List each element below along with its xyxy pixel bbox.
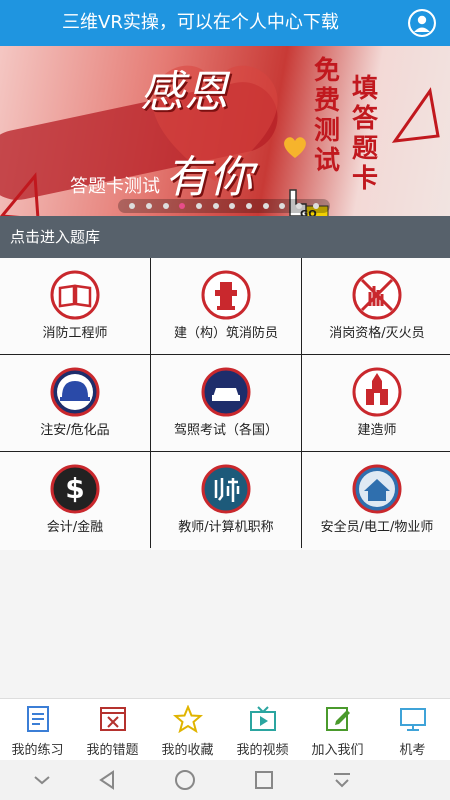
tab-my-practice[interactable]: 我的练习 <box>0 699 75 760</box>
tab-label: 我的收藏 <box>161 743 214 758</box>
carousel-dot[interactable] <box>262 203 269 209</box>
carousel-dot[interactable] <box>212 203 219 209</box>
triangle-decoration-icon <box>391 87 440 143</box>
section-title: 点击进入题库 <box>0 216 450 258</box>
building-icon <box>352 367 402 417</box>
category-teacher[interactable]: 教师/计算机职称 <box>151 452 301 550</box>
back-icon[interactable] <box>95 768 119 792</box>
category-label: 消防工程师 <box>42 326 108 341</box>
carousel-dot[interactable] <box>229 203 236 209</box>
carousel-dot[interactable] <box>312 203 319 209</box>
category-label: 会计/金融 <box>46 520 104 535</box>
category-fire-post[interactable]: 消岗资格/灭火员 <box>302 258 450 354</box>
banner-line1: 感恩 <box>140 67 228 118</box>
triangle-decoration-icon <box>0 172 40 216</box>
notebook-icon <box>26 706 49 732</box>
promo-banner[interactable]: 感恩 有你 答题卡测试 免费测试 填答题卡 GO <box>0 46 450 216</box>
car-icon <box>201 367 251 417</box>
category-fire-engineer[interactable]: 消防工程师 <box>0 258 150 354</box>
category-driving-test[interactable]: 驾照考试（各国） <box>151 355 301 451</box>
category-label: 注安/危化品 <box>40 423 110 438</box>
teacher-icon <box>201 464 251 514</box>
category-label: 教师/计算机职称 <box>178 520 274 535</box>
carousel-dot[interactable] <box>129 203 136 209</box>
category-label: 建（构）筑消防员 <box>173 326 278 341</box>
svg-text:$: $ <box>65 472 84 505</box>
safety-helmet-icon <box>50 367 100 417</box>
notification-pull-icon[interactable] <box>330 768 354 792</box>
carousel-dot[interactable] <box>279 203 286 209</box>
book-icon <box>50 270 100 320</box>
carousel-dot[interactable] <box>195 203 202 209</box>
wrong-card-icon <box>99 707 126 731</box>
tab-label: 机考 <box>399 743 426 758</box>
carousel-dot[interactable] <box>295 203 302 209</box>
gold-heart-icon <box>284 137 306 158</box>
banner-subtitle: 答题卡测试 <box>70 176 160 197</box>
chevron-down-icon[interactable] <box>30 768 54 792</box>
category-label: 建造师 <box>357 423 397 438</box>
category-label: 消岗资格/灭火员 <box>329 326 425 341</box>
monitor-icon <box>399 708 426 731</box>
house-icon <box>352 464 402 514</box>
tab-label: 我的错题 <box>86 743 139 758</box>
category-accounting[interactable]: $ 会计/金融 <box>0 452 150 550</box>
carousel-dot[interactable] <box>179 203 186 209</box>
category-grid: 消防工程师 建（构）筑消防员 消岗资格/灭火员 注安/危化品 驾照考试（各国） … <box>0 258 450 550</box>
header-bar: 三维VR实操，可以在个人中心下载 <box>0 0 450 46</box>
fire-hydrant-icon <box>201 270 251 320</box>
star-icon <box>172 705 203 733</box>
banner-line2: 有你 <box>165 152 253 203</box>
carousel-dot[interactable] <box>245 203 252 209</box>
carousel-dot[interactable] <box>162 203 169 209</box>
tab-label: 我的视频 <box>236 743 289 758</box>
tab-label: 我的练习 <box>11 743 64 758</box>
category-safety-officer[interactable]: 安全员/电工/物业师 <box>302 452 450 550</box>
header-title: 三维VR实操，可以在个人中心下载 <box>62 12 339 33</box>
category-fire-fighter[interactable]: 建（构）筑消防员 <box>151 258 301 354</box>
banner-column-free-test: 免费测试 <box>313 56 340 176</box>
bottom-tab-bar: 我的练习 我的错题 我的收藏 我的视频 加入我们 机考 <box>0 698 450 760</box>
carousel-dot[interactable] <box>145 203 152 209</box>
category-label: 驾照考试（各国） <box>173 423 278 438</box>
dollar-icon: $ <box>50 464 100 514</box>
tab-label: 加入我们 <box>311 743 364 758</box>
tv-icon <box>249 706 276 731</box>
tab-my-favorites[interactable]: 我的收藏 <box>150 699 225 760</box>
category-label: 安全员/电工/物业师 <box>320 520 434 535</box>
banner-column-answer-card: 填答题卡 <box>351 74 378 194</box>
home-icon[interactable] <box>173 768 197 792</box>
category-safety-chemicals[interactable]: 注安/危化品 <box>0 355 150 451</box>
recent-apps-icon[interactable] <box>252 768 276 792</box>
category-constructor[interactable]: 建造师 <box>302 355 450 451</box>
system-nav-bar <box>0 760 450 800</box>
tab-my-videos[interactable]: 我的视频 <box>225 699 300 760</box>
tab-my-mistakes[interactable]: 我的错题 <box>75 699 150 760</box>
carousel-indicator[interactable] <box>118 199 330 213</box>
user-icon[interactable] <box>408 9 436 37</box>
edit-icon <box>325 707 350 731</box>
tab-computer-exam[interactable]: 机考 <box>375 699 450 760</box>
no-fire-icon <box>352 270 402 320</box>
tab-join-us[interactable]: 加入我们 <box>300 699 375 760</box>
